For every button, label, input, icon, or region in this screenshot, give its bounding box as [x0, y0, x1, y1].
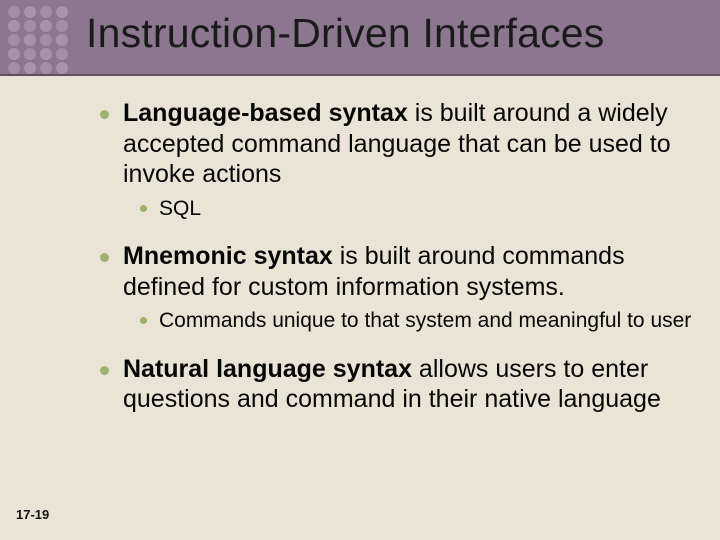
bullet-text: Language-based syntax is built around a …: [123, 98, 696, 190]
bullet-icon: [100, 253, 109, 262]
bullet-item: Language-based syntax is built around a …: [100, 98, 696, 190]
bullet-text: Natural language syntax allows users to …: [123, 354, 696, 415]
sub-bullet-item: SQL: [140, 196, 696, 222]
bullet-icon: [100, 110, 109, 119]
bullet-icon: [140, 205, 147, 212]
bullet-icon: [100, 366, 109, 375]
sub-bullet-text: SQL: [159, 196, 201, 222]
sub-bullet-item: Commands unique to that system and meani…: [140, 308, 696, 334]
slide: Instruction-Driven Interfaces Language-b…: [0, 0, 720, 540]
title-bar: Instruction-Driven Interfaces: [0, 0, 720, 76]
bullet-text: Mnemonic syntax is built around commands…: [123, 241, 696, 302]
content-area: Language-based syntax is built around a …: [100, 98, 696, 417]
slide-title: Instruction-Driven Interfaces: [86, 10, 605, 57]
bullet-bold: Language-based syntax: [123, 99, 408, 127]
bullet-bold: Natural language syntax: [123, 355, 412, 383]
bullet-item: Natural language syntax allows users to …: [100, 354, 696, 415]
bullet-item: Mnemonic syntax is built around commands…: [100, 241, 696, 302]
slide-number: 17-19: [16, 507, 49, 522]
bullet-bold: Mnemonic syntax: [123, 242, 333, 270]
sub-bullet-text: Commands unique to that system and meani…: [159, 308, 691, 334]
decorative-dot-grid: [8, 6, 78, 72]
bullet-icon: [140, 317, 147, 324]
